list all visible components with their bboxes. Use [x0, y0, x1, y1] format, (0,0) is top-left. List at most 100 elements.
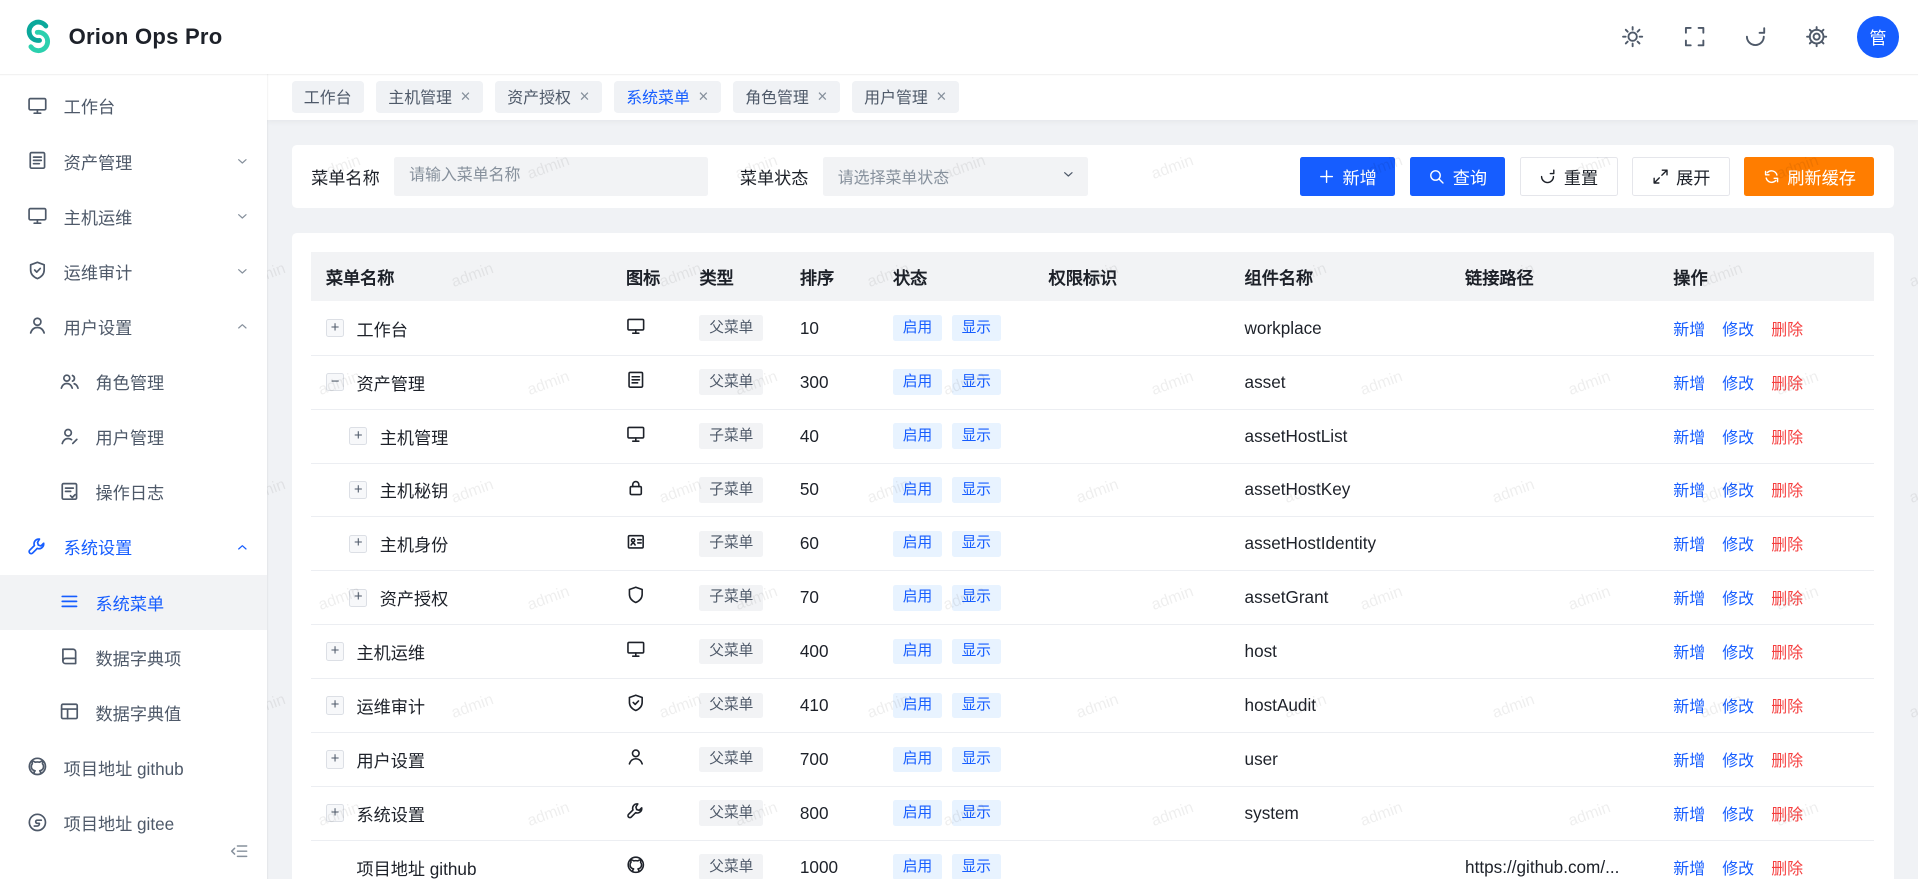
- sidebar-item[interactable]: 项目地址 github: [0, 740, 267, 795]
- sidebar-subitem[interactable]: 数据字典值: [0, 685, 267, 740]
- row-edit-link[interactable]: 修改: [1722, 376, 1754, 393]
- row-expander-icon[interactable]: +: [326, 804, 344, 822]
- collapse-sidebar-icon[interactable]: [225, 838, 252, 865]
- status-tag[interactable]: 启用: [893, 693, 942, 719]
- row-add-link[interactable]: 新增: [1673, 430, 1705, 447]
- fullscreen-icon[interactable]: [1673, 16, 1715, 58]
- refresh-cache-button[interactable]: 刷新缓存: [1744, 157, 1874, 196]
- tab-item[interactable]: 用户管理×: [852, 81, 959, 113]
- row-delete-link[interactable]: 删除: [1771, 483, 1803, 500]
- tab-close-icon[interactable]: ×: [698, 88, 708, 105]
- status-tag[interactable]: 启用: [893, 315, 942, 341]
- row-expander-icon[interactable]: +: [326, 750, 344, 768]
- sidebar-subitem[interactable]: 操作日志: [0, 464, 267, 519]
- sidebar-item[interactable]: 用户设置: [0, 299, 267, 354]
- row-delete-link[interactable]: 删除: [1771, 861, 1803, 878]
- status-tag[interactable]: 显示: [952, 369, 1001, 395]
- row-add-link[interactable]: 新增: [1673, 537, 1705, 554]
- row-expander-icon[interactable]: +: [326, 696, 344, 714]
- row-add-link[interactable]: 新增: [1673, 699, 1705, 716]
- row-add-link[interactable]: 新增: [1673, 322, 1705, 339]
- row-add-link[interactable]: 新增: [1673, 645, 1705, 662]
- row-delete-link[interactable]: 删除: [1771, 699, 1803, 716]
- row-expander-icon[interactable]: +: [326, 319, 344, 337]
- user-avatar[interactable]: 管: [1857, 16, 1899, 58]
- row-add-link[interactable]: 新增: [1673, 807, 1705, 824]
- row-delete-link[interactable]: 删除: [1771, 322, 1803, 339]
- settings-gear-icon[interactable]: [1796, 16, 1838, 58]
- expand-button[interactable]: 展开: [1632, 157, 1730, 196]
- status-tag[interactable]: 显示: [952, 747, 1001, 773]
- status-tag[interactable]: 显示: [952, 477, 1001, 503]
- row-edit-link[interactable]: 修改: [1722, 537, 1754, 554]
- row-expander-icon[interactable]: +: [349, 427, 367, 445]
- status-tag[interactable]: 显示: [952, 585, 1001, 611]
- tab-close-icon[interactable]: ×: [579, 88, 589, 105]
- tab-close-icon[interactable]: ×: [817, 88, 827, 105]
- status-tag[interactable]: 启用: [893, 800, 942, 826]
- row-expander-icon[interactable]: +: [349, 535, 367, 553]
- tab-item[interactable]: 主机管理×: [376, 81, 483, 113]
- row-add-link[interactable]: 新增: [1673, 861, 1705, 878]
- row-delete-link[interactable]: 删除: [1771, 645, 1803, 662]
- status-tag[interactable]: 显示: [952, 800, 1001, 826]
- row-edit-link[interactable]: 修改: [1722, 591, 1754, 608]
- sidebar-subitem[interactable]: 角色管理: [0, 354, 267, 409]
- search-button[interactable]: 查询: [1410, 157, 1506, 196]
- tab-close-icon[interactable]: ×: [460, 88, 470, 105]
- brand[interactable]: Orion Ops Pro: [20, 18, 223, 55]
- row-expander-icon[interactable]: +: [349, 589, 367, 607]
- status-tag[interactable]: 显示: [952, 423, 1001, 449]
- row-expander-icon[interactable]: +: [326, 642, 344, 660]
- status-tag[interactable]: 启用: [893, 531, 942, 557]
- status-tag[interactable]: 启用: [893, 747, 942, 773]
- refresh-icon[interactable]: [1735, 16, 1777, 58]
- status-tag[interactable]: 显示: [952, 854, 1001, 879]
- status-tag[interactable]: 显示: [952, 531, 1001, 557]
- theme-icon[interactable]: [1612, 16, 1654, 58]
- tab-item[interactable]: 角色管理×: [733, 81, 840, 113]
- tab-item[interactable]: 系统菜单×: [614, 81, 721, 113]
- row-edit-link[interactable]: 修改: [1722, 753, 1754, 770]
- sidebar-item[interactable]: 工作台: [0, 78, 267, 133]
- add-button[interactable]: 新增: [1300, 157, 1396, 196]
- sidebar-item[interactable]: 资产管理: [0, 134, 267, 189]
- sidebar-item[interactable]: 运维审计: [0, 244, 267, 299]
- row-edit-link[interactable]: 修改: [1722, 861, 1754, 878]
- row-edit-link[interactable]: 修改: [1722, 699, 1754, 716]
- status-tag[interactable]: 显示: [952, 693, 1001, 719]
- row-add-link[interactable]: 新增: [1673, 753, 1705, 770]
- sidebar-item[interactable]: 系统设置: [0, 519, 267, 574]
- row-delete-link[interactable]: 删除: [1771, 376, 1803, 393]
- menu-name-input[interactable]: [394, 157, 708, 196]
- row-expander-icon[interactable]: +: [349, 481, 367, 499]
- status-tag[interactable]: 启用: [893, 477, 942, 503]
- status-tag[interactable]: 启用: [893, 423, 942, 449]
- status-tag[interactable]: 启用: [893, 639, 942, 665]
- sidebar-item[interactable]: 主机运维: [0, 189, 267, 244]
- row-delete-link[interactable]: 删除: [1771, 807, 1803, 824]
- menu-status-select[interactable]: 请选择菜单状态: [823, 157, 1088, 196]
- row-add-link[interactable]: 新增: [1673, 483, 1705, 500]
- row-delete-link[interactable]: 删除: [1771, 591, 1803, 608]
- status-tag[interactable]: 启用: [893, 854, 942, 879]
- status-tag[interactable]: 显示: [952, 315, 1001, 341]
- row-add-link[interactable]: 新增: [1673, 376, 1705, 393]
- status-tag[interactable]: 启用: [893, 585, 942, 611]
- sidebar-subitem[interactable]: 用户管理: [0, 409, 267, 464]
- row-add-link[interactable]: 新增: [1673, 591, 1705, 608]
- tab-item[interactable]: 工作台: [292, 81, 364, 113]
- tab-item[interactable]: 资产授权×: [495, 81, 602, 113]
- row-edit-link[interactable]: 修改: [1722, 483, 1754, 500]
- row-edit-link[interactable]: 修改: [1722, 645, 1754, 662]
- status-tag[interactable]: 显示: [952, 639, 1001, 665]
- row-edit-link[interactable]: 修改: [1722, 807, 1754, 824]
- sidebar-subitem[interactable]: 系统菜单: [0, 575, 267, 630]
- status-tag[interactable]: 启用: [893, 369, 942, 395]
- reset-button[interactable]: 重置: [1520, 157, 1618, 196]
- row-delete-link[interactable]: 删除: [1771, 753, 1803, 770]
- row-delete-link[interactable]: 删除: [1771, 537, 1803, 554]
- row-expander-icon[interactable]: −: [326, 373, 344, 391]
- sidebar-subitem[interactable]: 数据字典项: [0, 630, 267, 685]
- row-delete-link[interactable]: 删除: [1771, 430, 1803, 447]
